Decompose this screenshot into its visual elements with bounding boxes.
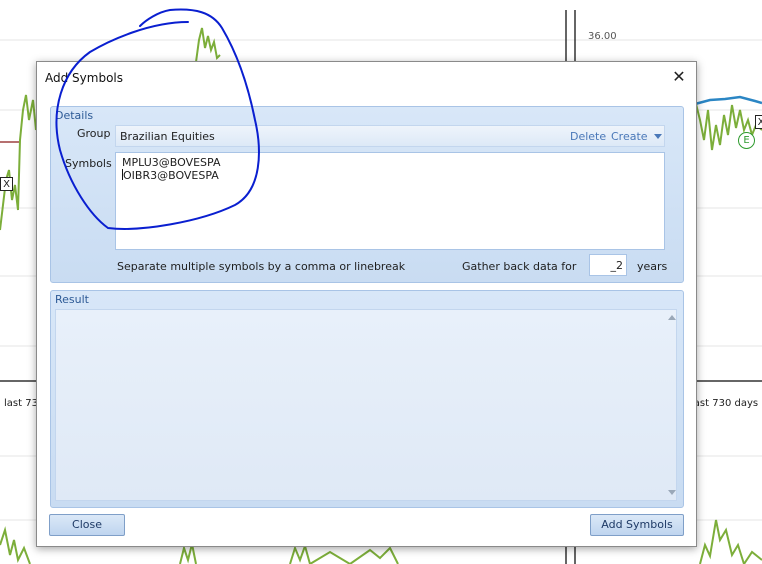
symbols-label: Symbols bbox=[65, 157, 112, 170]
chart-marker-x-right: X bbox=[755, 115, 762, 129]
details-group: Details Group Brazilian Equities Delete … bbox=[50, 106, 684, 283]
close-icon[interactable]: ✕ bbox=[668, 66, 690, 88]
chevron-down-icon[interactable] bbox=[654, 134, 662, 139]
dialog-titlebar[interactable]: Add Symbols ✕ bbox=[37, 62, 696, 94]
add-symbols-dialog: Add Symbols ✕ Details Group Brazilian Eq… bbox=[36, 61, 697, 547]
gather-label: Gather back data for bbox=[462, 260, 577, 273]
group-label: Group bbox=[77, 127, 111, 140]
group-value: Brazilian Equities bbox=[120, 130, 215, 143]
scroll-up-icon[interactable] bbox=[668, 315, 676, 320]
chart-marker-x: X bbox=[0, 177, 13, 191]
dialog-title: Add Symbols bbox=[45, 71, 123, 85]
symbol-line-with-caret: OIBR3@BOVESPA bbox=[122, 169, 658, 182]
symbol-line: MPLU3@BOVESPA bbox=[122, 156, 221, 169]
result-scrollbar[interactable] bbox=[665, 309, 679, 501]
years-input[interactable]: _2 bbox=[589, 254, 627, 276]
symbols-textarea[interactable]: MPLU3@BOVESPA OIBR3@BOVESPA bbox=[115, 152, 665, 250]
scroll-down-icon[interactable] bbox=[668, 490, 676, 495]
result-group: Result bbox=[50, 290, 684, 508]
create-group-link[interactable]: Create bbox=[611, 130, 648, 143]
delete-group-link[interactable]: Delete bbox=[570, 130, 606, 143]
range-label-right: last 730 days bbox=[691, 398, 759, 409]
symbol-line: OIBR3@BOVESPA bbox=[123, 169, 219, 182]
result-caption: Result bbox=[55, 293, 89, 306]
symbols-hint: Separate multiple symbols by a comma or … bbox=[117, 260, 406, 273]
years-suffix: years bbox=[637, 260, 668, 273]
result-textarea[interactable] bbox=[55, 309, 677, 501]
chart-marker-e: E bbox=[738, 132, 755, 149]
group-selector[interactable]: Brazilian Equities Delete Create bbox=[115, 125, 665, 147]
add-symbols-button[interactable]: Add Symbols bbox=[590, 514, 684, 536]
close-button[interactable]: Close bbox=[49, 514, 125, 536]
price-axis-label: 36.00 bbox=[588, 31, 617, 42]
details-caption: Details bbox=[55, 109, 94, 122]
